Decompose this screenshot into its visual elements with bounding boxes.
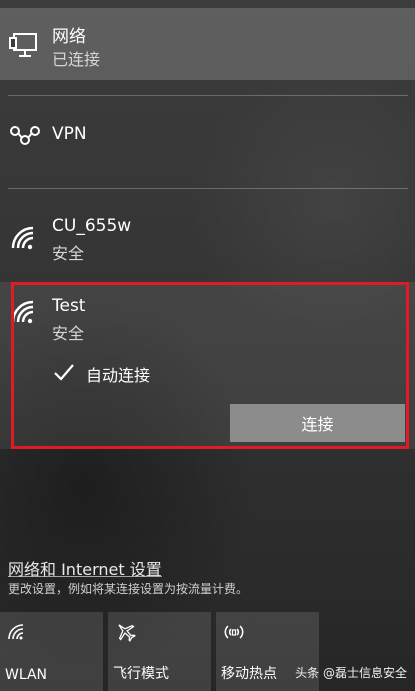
quick-action-label: 移动热点 [221,666,277,682]
airplane-icon [118,624,136,642]
quick-action-airplane[interactable]: 飞行模式 [108,612,211,691]
vpn-icon [10,126,40,145]
hotspot-icon [224,625,244,639]
wifi-ssid: CU_655w [52,216,132,236]
network-title: 网络 [52,27,86,47]
watermark: 头条 @磊士信息安全 [295,666,407,680]
highlight-box [11,282,409,449]
wifi-signal-icon [11,226,34,250]
quick-action-label: 飞行模式 [113,666,169,682]
wifi-item-cu-655w[interactable]: CU_655w 安全 [0,206,415,278]
vpn-item[interactable]: VPN [0,110,415,160]
separator [8,188,408,189]
vpn-title: VPN [52,124,87,144]
network-status-item[interactable]: 网络 已连接 [0,8,415,80]
quick-action-wlan[interactable]: WLAN [0,612,103,691]
separator [8,95,408,96]
ethernet-monitor-icon [9,33,37,57]
network-settings-description: 更改设置，例如将某连接设置为按流量计费。 [8,582,249,596]
wifi-icon [8,624,24,640]
network-settings-link[interactable]: 网络和 Internet 设置 [8,556,162,580]
wifi-security: 安全 [52,244,85,263]
quick-action-label: WLAN [5,667,48,683]
network-status-text: 已连接 [52,50,101,69]
